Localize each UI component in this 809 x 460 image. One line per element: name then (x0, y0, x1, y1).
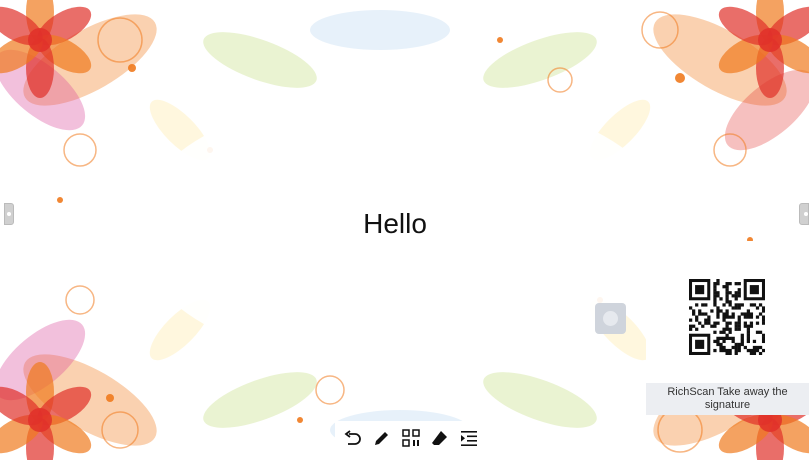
menu-button[interactable] (458, 427, 480, 449)
qr-caption: RichScan Take away the signature (646, 383, 809, 415)
pen-icon (375, 432, 389, 445)
undo-button[interactable] (342, 427, 364, 449)
pen-button[interactable] (371, 427, 393, 449)
bottom-toolbar (335, 421, 487, 455)
qr-share-panel: RichScan Take away the signature (646, 241, 809, 415)
qr-scan-icon (402, 429, 420, 447)
eraser-icon (431, 431, 447, 445)
handle-dot-icon (804, 212, 808, 216)
whiteboard-canvas[interactable]: Hello RichScan Take away the signature (0, 0, 809, 460)
floating-menu-button[interactable] (595, 303, 626, 334)
qr-code (689, 279, 765, 355)
canvas-text: Hello (363, 208, 427, 239)
right-panel-handle[interactable] (799, 203, 809, 225)
eraser-button[interactable] (429, 427, 451, 449)
left-panel-handle[interactable] (4, 203, 14, 225)
menu-icon (460, 431, 477, 446)
floating-dot-icon (603, 311, 618, 326)
undo-icon (344, 430, 362, 445)
handle-dot-icon (7, 212, 11, 216)
qr-scan-button[interactable] (400, 427, 422, 449)
